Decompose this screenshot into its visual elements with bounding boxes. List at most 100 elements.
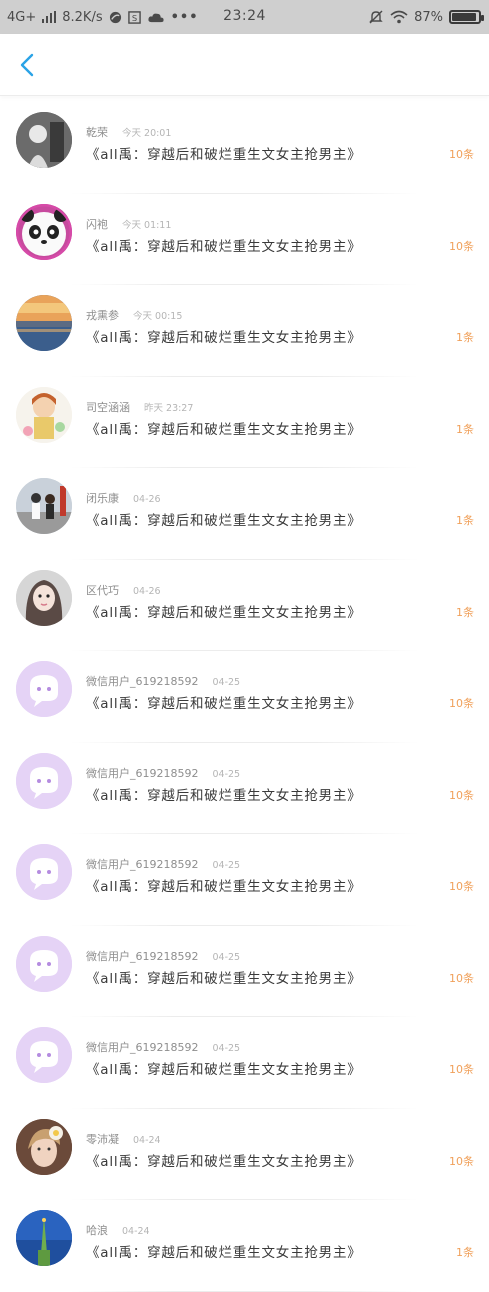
item-meta: 区代巧 04-26 <box>86 582 161 598</box>
list-item[interactable]: 微信用户_619218592 04-25 《all禹：穿越后和破烂重生文女主抢男… <box>0 926 489 1017</box>
top-nav-bar <box>0 34 489 96</box>
avatar[interactable] <box>16 661 72 717</box>
timestamp: 今天 00:15 <box>133 311 183 322</box>
list-item[interactable]: 微信用户_619218592 04-25 《all禹：穿越后和破烂重生文女主抢男… <box>0 834 489 926</box>
comment-count: 10条 <box>449 880 474 893</box>
timestamp: 04-24 <box>122 1226 150 1237</box>
timestamp: 04-25 <box>212 951 241 963</box>
timestamp: 04-26 <box>133 494 161 505</box>
comment-count: 1条 <box>456 605 474 619</box>
user-name[interactable]: 微信用户_619218592 <box>86 765 199 781</box>
avatar[interactable] <box>16 935 72 992</box>
item-meta: 戎熏参 今天 00:15 <box>86 307 182 323</box>
book-title[interactable]: 《all禹：穿越后和破烂重生文女主抢男主》 <box>86 784 362 804</box>
avatar[interactable] <box>16 752 72 809</box>
item-meta: 微信用户_619218592 04-25 <box>86 1039 240 1055</box>
comment-count: 1条 <box>456 514 474 527</box>
comment-count: 10条 <box>449 239 474 253</box>
comment-count: 1条 <box>456 331 474 344</box>
user-name[interactable]: 戎熏参 <box>86 307 119 323</box>
comment-count: 10条 <box>449 1154 474 1168</box>
book-title[interactable]: 《all禹：穿越后和破烂重生文女主抢男主》 <box>86 1150 362 1170</box>
timestamp: 04-24 <box>133 1134 161 1146</box>
comment-count: 10条 <box>449 1063 474 1076</box>
timestamp: 04-25 <box>212 1043 241 1054</box>
list-item[interactable]: 戎熏参 今天 00:15 《all禹：穿越后和破烂重生文女主抢男主》 1条 <box>0 285 489 377</box>
user-name[interactable]: 微信用户_619218592 <box>86 856 199 872</box>
timestamp: 今天 01:11 <box>122 219 172 231</box>
list-item[interactable]: 区代巧 04-26 《all禹：穿越后和破烂重生文女主抢男主》 1条 <box>0 560 489 651</box>
item-meta: 闭乐康 04-26 <box>86 490 161 506</box>
avatar[interactable] <box>16 386 72 443</box>
user-name[interactable]: 司空涵涵 <box>86 399 130 415</box>
list-item[interactable]: 乾荣 今天 20:01 《all禹：穿越后和破烂重生文女主抢男主》 10条 <box>0 102 489 194</box>
avatar[interactable] <box>16 1027 72 1083</box>
status-right: 87% <box>368 0 484 34</box>
user-name[interactable]: 区代巧 <box>86 582 119 598</box>
book-title[interactable]: 《all禹：穿越后和破烂重生文女主抢男主》 <box>86 601 362 621</box>
mute-icon <box>369 10 383 24</box>
chevron-left-icon <box>20 53 34 77</box>
timestamp: 今天 20:01 <box>122 128 172 139</box>
comment-list: 乾荣 今天 20:01 《all禹：穿越后和破烂重生文女主抢男主》 10条 闪袍… <box>0 102 489 1292</box>
avatar[interactable] <box>16 478 72 534</box>
battery-icon <box>449 10 484 24</box>
avatar[interactable] <box>16 295 72 351</box>
avatar[interactable] <box>16 112 72 168</box>
comment-count: 10条 <box>449 788 474 802</box>
user-name[interactable]: 哈浪 <box>86 1222 108 1238</box>
item-meta: 微信用户_619218592 04-25 <box>86 948 240 964</box>
user-name[interactable]: 乾荣 <box>86 124 108 140</box>
comment-count: 1条 <box>456 422 474 436</box>
divider <box>70 1290 419 1292</box>
timestamp: 04-25 <box>212 768 241 780</box>
user-name[interactable]: 微信用户_619218592 <box>86 948 199 964</box>
avatar[interactable] <box>16 1118 72 1175</box>
avatar[interactable] <box>16 569 72 626</box>
status-bar: 4G+ 8.2K/s S ••• 23:24 87% <box>0 0 489 34</box>
comment-count: 10条 <box>449 697 474 710</box>
book-title[interactable]: 《all禹：穿越后和破烂重生文女主抢男主》 <box>86 143 362 163</box>
list-item[interactable]: 司空涵涵 昨天 23:27 《all禹：穿越后和破烂重生文女主抢男主》 1条 <box>0 377 489 468</box>
book-title[interactable]: 《all禹：穿越后和破烂重生文女主抢男主》 <box>86 326 362 346</box>
wifi-icon <box>390 10 408 24</box>
book-title[interactable]: 《all禹：穿越后和破烂重生文女主抢男主》 <box>86 418 362 438</box>
timestamp: 04-25 <box>212 677 241 688</box>
book-title[interactable]: 《all禹：穿越后和破烂重生文女主抢男主》 <box>86 875 362 895</box>
list-item[interactable]: 哈浪 04-24 《all禹：穿越后和破烂重生文女主抢男主》 1条 <box>0 1200 489 1292</box>
item-meta: 闪袍 今天 01:11 <box>86 216 171 232</box>
user-name[interactable]: 闭乐康 <box>86 490 119 506</box>
list-item[interactable]: 闭乐康 04-26 《all禹：穿越后和破烂重生文女主抢男主》 1条 <box>0 468 489 560</box>
item-meta: 零沛凝 04-24 <box>86 1131 161 1147</box>
item-meta: 微信用户_619218592 04-25 <box>86 856 240 872</box>
user-name[interactable]: 闪袍 <box>86 216 108 232</box>
avatar[interactable] <box>16 1210 72 1266</box>
comment-count: 1条 <box>456 1246 474 1259</box>
list-item[interactable]: 零沛凝 04-24 《all禹：穿越后和破烂重生文女主抢男主》 10条 <box>0 1109 489 1200</box>
book-title[interactable]: 《all禹：穿越后和破烂重生文女主抢男主》 <box>86 235 362 255</box>
book-title[interactable]: 《all禹：穿越后和破烂重生文女主抢男主》 <box>86 967 362 987</box>
timestamp: 昨天 23:27 <box>144 402 194 414</box>
user-name[interactable]: 微信用户_619218592 <box>86 673 199 689</box>
item-meta: 司空涵涵 昨天 23:27 <box>86 399 193 415</box>
book-title[interactable]: 《all禹：穿越后和破烂重生文女主抢男主》 <box>86 1241 362 1261</box>
item-meta: 微信用户_619218592 04-25 <box>86 765 240 781</box>
timestamp: 04-26 <box>133 585 161 597</box>
avatar[interactable] <box>16 844 72 900</box>
list-item[interactable]: 闪袍 今天 01:11 《all禹：穿越后和破烂重生文女主抢男主》 10条 <box>0 194 489 285</box>
book-title[interactable]: 《all禹：穿越后和破烂重生文女主抢男主》 <box>86 509 362 529</box>
battery-percent: 87% <box>414 9 443 25</box>
comment-count: 10条 <box>449 971 474 985</box>
avatar[interactable] <box>16 203 72 260</box>
book-title[interactable]: 《all禹：穿越后和破烂重生文女主抢男主》 <box>86 1058 362 1078</box>
item-meta: 微信用户_619218592 04-25 <box>86 673 240 689</box>
list-item[interactable]: 微信用户_619218592 04-25 《all禹：穿越后和破烂重生文女主抢男… <box>0 651 489 743</box>
back-button[interactable] <box>10 48 44 82</box>
list-item[interactable]: 微信用户_619218592 04-25 《all禹：穿越后和破烂重生文女主抢男… <box>0 743 489 834</box>
book-title[interactable]: 《all禹：穿越后和破烂重生文女主抢男主》 <box>86 692 362 712</box>
user-name[interactable]: 零沛凝 <box>86 1131 119 1147</box>
list-item[interactable]: 微信用户_619218592 04-25 《all禹：穿越后和破烂重生文女主抢男… <box>0 1017 489 1109</box>
item-meta: 哈浪 04-24 <box>86 1222 150 1238</box>
user-name[interactable]: 微信用户_619218592 <box>86 1039 199 1055</box>
timestamp: 04-25 <box>212 860 241 871</box>
